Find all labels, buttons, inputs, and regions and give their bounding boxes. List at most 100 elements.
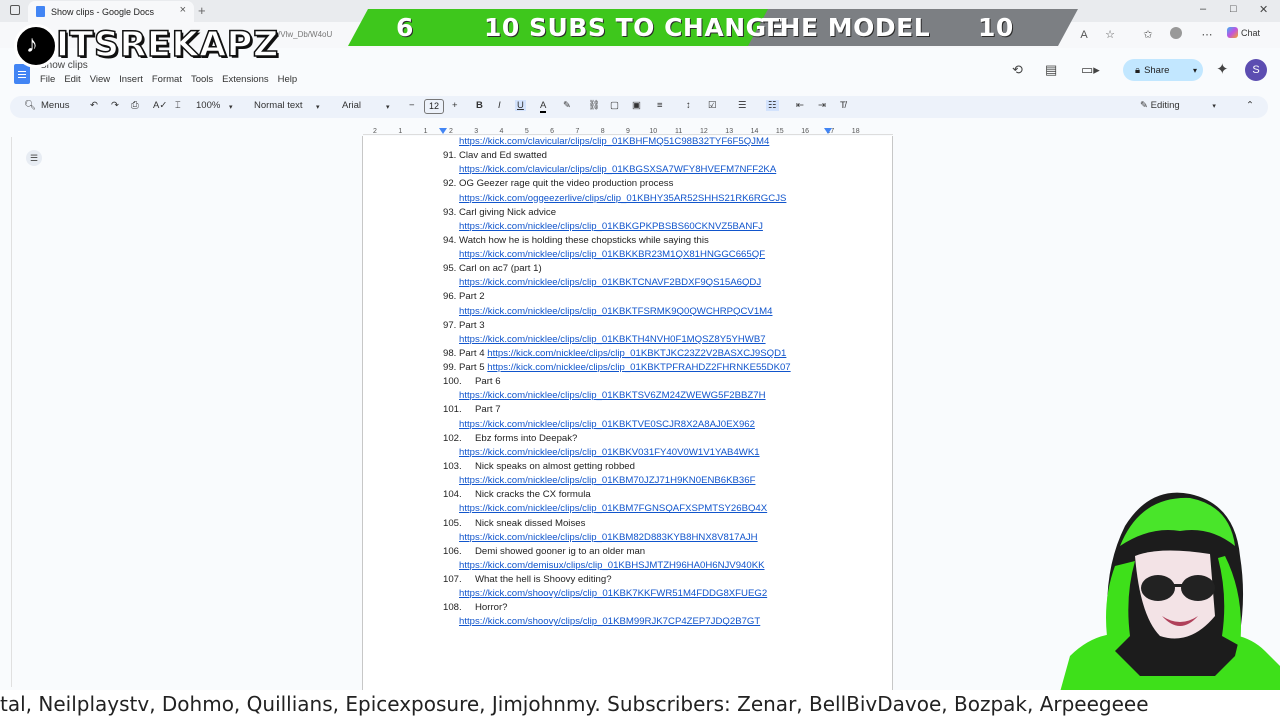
- menu-insert[interactable]: Insert: [119, 74, 143, 85]
- new-tab-icon[interactable]: +: [198, 3, 206, 18]
- clip-link[interactable]: https://kick.com/nicklee/clips/clip_01KB…: [459, 249, 765, 260]
- gemini-icon[interactable]: ✦: [1216, 60, 1229, 78]
- menu-edit[interactable]: Edit: [64, 74, 80, 85]
- clip-link[interactable]: https://kick.com/shoovy/clips/clip_01KBM…: [459, 616, 760, 627]
- clip-link[interactable]: https://kick.com/nicklee/clips/clip_01KB…: [487, 348, 786, 359]
- clip-link[interactable]: https://kick.com/clavicular/clips/clip_0…: [459, 164, 776, 175]
- add-comment-icon[interactable]: ▢: [610, 100, 619, 111]
- clip-link[interactable]: https://kick.com/nicklee/clips/clip_01KB…: [459, 277, 761, 288]
- menu-tools[interactable]: Tools: [191, 74, 213, 85]
- list-item: 105. Nick sneak dissed Moises: [443, 518, 585, 529]
- align-icon[interactable]: ≡: [657, 100, 663, 111]
- font-dropdown-icon[interactable]: ▾: [386, 103, 390, 111]
- clip-link[interactable]: https://kick.com/nicklee/clips/clip_01KB…: [459, 419, 755, 430]
- clip-link[interactable]: https://kick.com/shoovy/clips/clip_01KBK…: [459, 588, 767, 599]
- clip-link[interactable]: https://kick.com/nicklee/clips/clip_01KB…: [459, 503, 767, 514]
- zoom-select[interactable]: 100%: [196, 100, 220, 111]
- clip-link[interactable]: https://kick.com/nicklee/clips/clip_01KB…: [459, 306, 772, 317]
- menu-format[interactable]: Format: [152, 74, 182, 85]
- spellcheck-icon[interactable]: A✓: [153, 100, 167, 111]
- clear-formatting-icon[interactable]: T̸: [840, 100, 846, 111]
- highlight-icon[interactable]: ✎: [563, 100, 571, 111]
- zoom-dropdown-icon[interactable]: ▾: [229, 103, 233, 111]
- favorites-icon[interactable]: ✩: [1140, 27, 1156, 43]
- close-tab-icon[interactable]: ×: [180, 4, 186, 16]
- undo-icon[interactable]: ↶: [90, 100, 98, 111]
- ruler-label: 7: [575, 128, 579, 135]
- comments-icon[interactable]: ▤: [1045, 62, 1057, 78]
- share-button[interactable]: 🔒︎ Share ▾: [1123, 59, 1203, 81]
- editing-mode-select[interactable]: ✎ Editing ▾: [1140, 100, 1216, 111]
- style-select[interactable]: Normal text: [254, 100, 303, 111]
- ruler-label: 1: [424, 128, 428, 135]
- clip-description: Part 5: [459, 362, 488, 374]
- clip-link[interactable]: https://kick.com/clavicular/clips/clip_0…: [459, 136, 769, 147]
- document-page[interactable]: https://kick.com/clavicular/clips/clip_0…: [362, 136, 893, 696]
- maximize-icon[interactable]: □: [1230, 3, 1237, 15]
- underline-icon[interactable]: U: [515, 100, 526, 111]
- meet-icon[interactable]: ▭▸: [1081, 62, 1100, 78]
- menu-view[interactable]: View: [90, 74, 110, 85]
- bulleted-list-icon[interactable]: ☰: [738, 100, 747, 111]
- decrease-indent-icon[interactable]: ⇤: [796, 100, 804, 111]
- account-avatar[interactable]: S: [1245, 59, 1267, 81]
- profile-icon[interactable]: [1168, 27, 1184, 43]
- clip-link[interactable]: https://kick.com/nicklee/clips/clip_01KB…: [459, 475, 755, 486]
- decrease-font-icon[interactable]: −: [409, 100, 415, 111]
- checklist-icon[interactable]: ☑: [708, 100, 717, 111]
- increase-font-icon[interactable]: +: [452, 100, 458, 111]
- tab-actions-icon[interactable]: [10, 5, 20, 15]
- print-icon[interactable]: ⎙: [131, 100, 139, 111]
- ruler-label: 3: [474, 128, 478, 135]
- paint-format-icon[interactable]: ⌶: [175, 100, 181, 111]
- ruler-label: 13: [725, 128, 733, 135]
- clip-link[interactable]: https://kick.com/nicklee/clips/clip_01KB…: [487, 362, 790, 373]
- search-menus-icon[interactable]: 🔍︎: [24, 100, 36, 111]
- line-spacing-icon[interactable]: ↕: [686, 100, 691, 111]
- increase-indent-icon[interactable]: ⇥: [818, 100, 826, 111]
- more-icon[interactable]: ⋯: [1199, 27, 1215, 43]
- minimize-icon[interactable]: –: [1200, 3, 1206, 15]
- numbered-list-icon[interactable]: ☷: [766, 100, 779, 111]
- insert-link-icon[interactable]: ⛓︎: [588, 100, 600, 111]
- bold-icon[interactable]: B: [476, 100, 483, 111]
- menu-help[interactable]: Help: [278, 74, 298, 85]
- list-number: 108.: [443, 602, 462, 614]
- search-menus-label[interactable]: Menus: [41, 100, 70, 111]
- clip-link[interactable]: https://kick.com/nicklee/clips/clip_01KB…: [459, 532, 758, 543]
- document-outline-icon[interactable]: ☰: [26, 150, 42, 166]
- browser-tab[interactable]: Show clips - Google Docs ×: [28, 1, 194, 22]
- menu-extensions[interactable]: Extensions: [222, 74, 268, 85]
- favorite-star-icon[interactable]: ☆: [1102, 27, 1118, 43]
- style-dropdown-icon[interactable]: ▾: [316, 103, 320, 111]
- italic-icon[interactable]: I: [498, 100, 501, 111]
- clip-link[interactable]: https://kick.com/nicklee/clips/clip_01KB…: [459, 221, 763, 232]
- clip-link[interactable]: https://kick.com/demisux/clips/clip_01KB…: [459, 560, 765, 571]
- share-dropdown-icon[interactable]: ▾: [1193, 66, 1197, 75]
- horizontal-ruler[interactable]: 2 1 1 2 3 4 5 6 7 8 9 10 11 12 13 14 15 16 17 18: [363, 123, 893, 135]
- version-history-icon[interactable]: ⟲: [1012, 62, 1023, 78]
- clip-link[interactable]: https://kick.com/nicklee/clips/clip_01KB…: [459, 447, 760, 458]
- font-size-input[interactable]: 12: [424, 99, 444, 114]
- clip-description: What the hell is Shoovy editing?: [475, 574, 612, 586]
- clip-link[interactable]: https://kick.com/oggeezerlive/clips/clip…: [459, 193, 786, 204]
- docs-favicon-icon: [36, 6, 45, 17]
- list-number: 98.: [443, 347, 457, 359]
- redo-icon[interactable]: ↷: [111, 100, 119, 111]
- collapse-toolbar-icon[interactable]: ⌃: [1246, 100, 1254, 111]
- left-indent-marker[interactable]: [439, 128, 447, 134]
- ruler-label: 1: [398, 128, 402, 135]
- menu-file[interactable]: File: [40, 74, 55, 85]
- close-window-icon[interactable]: ✕: [1259, 3, 1268, 16]
- clip-link[interactable]: https://kick.com/nicklee/clips/clip_01KB…: [459, 390, 766, 401]
- list-number: 94.: [443, 234, 457, 246]
- read-aloud-icon[interactable]: A: [1076, 27, 1092, 43]
- address-url[interactable]: /Vlw_Db/W4oU: [278, 30, 332, 39]
- copilot-chat-button[interactable]: Chat: [1227, 27, 1260, 38]
- font-select[interactable]: Arial: [342, 100, 361, 111]
- insert-image-icon[interactable]: ▣: [632, 100, 641, 111]
- clip-link[interactable]: https://kick.com/nicklee/clips/clip_01KB…: [459, 334, 766, 345]
- list-number: 95.: [443, 263, 457, 275]
- list-number: 103.: [443, 460, 462, 472]
- text-color-icon[interactable]: A: [540, 100, 547, 113]
